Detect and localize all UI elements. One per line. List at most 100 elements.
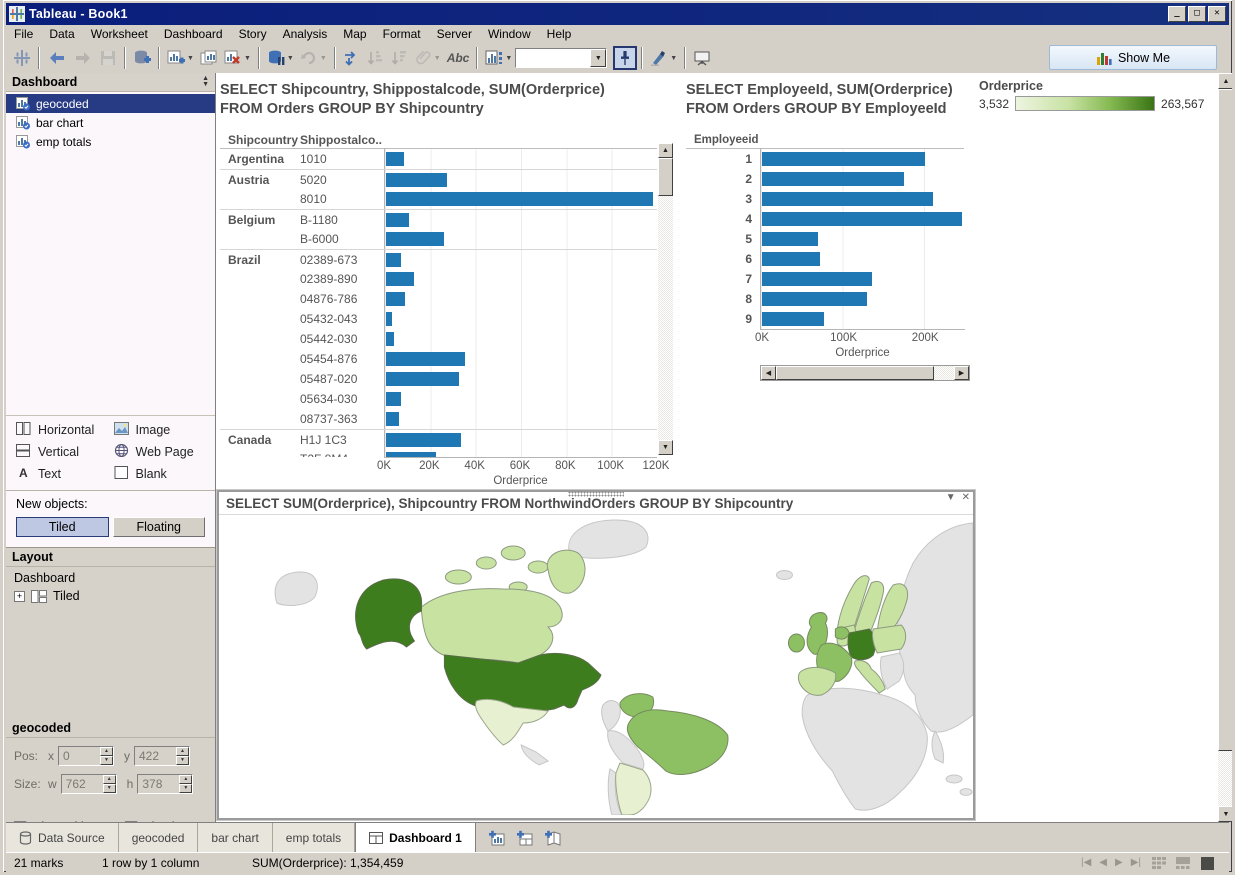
orderprice-bar[interactable] [762,252,820,266]
menu-item-file[interactable]: File [6,26,41,42]
show-me-button[interactable]: Show Me [1049,45,1217,70]
layout-tree-item[interactable]: + Tiled [14,589,207,603]
tab-data-source[interactable]: Data Source [6,823,119,852]
menu-item-format[interactable]: Format [375,26,429,42]
scroll-up-icon[interactable]: ▲ [658,143,673,158]
last-sheet-icon[interactable]: ▶| [1131,857,1141,868]
orderprice-bar[interactable] [386,312,392,326]
fix-axes-pin-button[interactable] [613,46,637,70]
combo-dropdown-icon[interactable]: ▼ [590,49,606,67]
object-item-vertical[interactable]: Vertical [16,444,114,460]
next-sheet-icon[interactable]: ▶ [1115,857,1123,868]
tab-emp-totals[interactable]: emp totals [273,823,355,852]
spinner-buttons[interactable]: ▲▼ [176,747,189,765]
sheet-sorter-icon[interactable] [1151,856,1167,870]
clear-sheet-button[interactable]: ▼ [221,46,254,70]
pause-auto-updates-button[interactable]: ▼ [264,46,297,70]
panel-resize-icon[interactable]: ▲▼ [202,76,209,88]
orderprice-bar[interactable] [386,152,404,166]
orderprice-bar[interactable] [762,232,818,246]
menu-item-dashboard[interactable]: Dashboard [156,26,231,42]
spin-up-icon[interactable]: ▲ [100,747,113,756]
orderprice-bar[interactable] [386,392,401,406]
new-data-source-button[interactable] [130,46,154,70]
orderprice-bar[interactable] [386,253,401,267]
scroll-down-icon[interactable]: ▼ [658,440,673,455]
sort-ascending-button[interactable] [364,46,388,70]
tab-geocoded[interactable]: geocoded [119,823,199,852]
spinner-buttons[interactable]: ▲▼ [179,775,192,793]
floating-button[interactable]: Floating [113,517,206,537]
object-item-image[interactable]: Image [114,422,212,438]
show-mark-labels-button[interactable]: Abc [444,46,473,70]
orderprice-bar[interactable] [762,212,962,226]
zone-remove-icon[interactable]: ✕ [962,492,970,503]
swap-rows-columns-button[interactable] [340,46,364,70]
scroll-left-icon[interactable]: ◀ [761,366,776,380]
spin-down-icon[interactable]: ▼ [100,756,113,765]
run-update-button[interactable]: ▼ [297,46,330,70]
bar-chart-zone[interactable]: SELECT Shipcountry, Shippostalcode, SUM(… [220,81,673,495]
spin-up-icon[interactable]: ▲ [176,747,189,756]
scroll-down-icon[interactable]: ▼ [1218,806,1234,822]
orderprice-bar[interactable] [386,213,409,227]
show-sheet-view-icon[interactable] [1199,856,1215,870]
orderprice-bar[interactable] [386,232,444,246]
close-button[interactable]: ✕ [1208,6,1226,22]
orderprice-bar[interactable] [762,292,867,306]
y-position-stepper[interactable]: 422 ▲▼ [134,746,190,766]
scroll-right-icon[interactable]: ▶ [954,366,969,380]
sort-descending-button[interactable] [388,46,412,70]
spinner-buttons[interactable]: ▲▼ [103,775,116,793]
zone-menu-icon[interactable]: ▼ [946,492,956,503]
scrollbar-track[interactable] [658,196,673,440]
fit-combo-box[interactable]: ▼ [515,48,607,68]
menu-item-data[interactable]: Data [41,26,82,42]
orderprice-bar[interactable] [386,173,447,187]
menu-item-map[interactable]: Map [335,26,374,42]
canvas-scrollbar[interactable]: ▲ ▼ [1218,73,1234,822]
menu-item-story[interactable]: Story [231,26,275,42]
spin-up-icon[interactable]: ▲ [179,775,192,784]
minimize-button[interactable]: _ [1168,6,1186,22]
orderprice-bar[interactable] [386,352,465,366]
bar-chart-scrollbar[interactable]: ▲ ▼ [658,143,673,455]
orderprice-bar[interactable] [762,312,824,326]
orderprice-bar[interactable] [386,433,461,447]
tab-dashboard-1[interactable]: Dashboard 1 [355,823,476,852]
spin-down-icon[interactable]: ▼ [103,784,116,793]
filmstrip-view-icon[interactable] [1175,856,1191,870]
orderprice-bar[interactable] [386,192,653,206]
scrollbar-track[interactable] [934,366,954,380]
new-dashboard-tab-icon[interactable] [516,830,534,846]
orderprice-bar[interactable] [386,292,405,306]
menu-item-worksheet[interactable]: Worksheet [83,26,156,42]
orderprice-bar[interactable] [386,372,459,386]
tree-expand-icon[interactable]: + [14,591,25,602]
width-stepper[interactable]: 762 ▲▼ [61,774,117,794]
orderprice-bar[interactable] [762,272,872,286]
menu-item-server[interactable]: Server [429,26,480,42]
new-worksheet-button[interactable]: ▼ [164,46,197,70]
menu-item-help[interactable]: Help [539,26,580,42]
orderprice-bar[interactable] [762,152,925,166]
emp-totals-zone[interactable]: SELECT EmployeeId, SUM(Orderprice) FROM … [686,81,978,383]
scrollbar-thumb[interactable] [776,366,934,380]
orderprice-bar[interactable] [386,272,414,286]
sidebar-sheet-emp-totals[interactable]: emp totals [6,132,215,151]
first-sheet-icon[interactable]: |◀ [1081,857,1091,868]
menu-item-analysis[interactable]: Analysis [275,26,336,42]
scrollbar-thumb[interactable] [658,158,673,196]
presentation-mode-button[interactable] [690,46,714,70]
sidebar-sheet-geocoded[interactable]: geocoded [6,94,215,113]
spin-down-icon[interactable]: ▼ [176,756,189,765]
tableau-logo-button[interactable] [10,46,34,70]
menu-item-window[interactable]: Window [480,26,539,42]
zone-drag-handle[interactable] [568,491,624,497]
spin-down-icon[interactable]: ▼ [179,784,192,793]
spinner-buttons[interactable]: ▲▼ [100,747,113,765]
map-zone[interactable]: ▼ ✕ SELECT SUM(Orderprice), Shipcountry … [217,490,975,820]
object-item-horizontal[interactable]: Horizontal [16,422,114,438]
duplicate-sheet-button[interactable] [197,46,221,70]
orderprice-bar[interactable] [386,332,394,346]
